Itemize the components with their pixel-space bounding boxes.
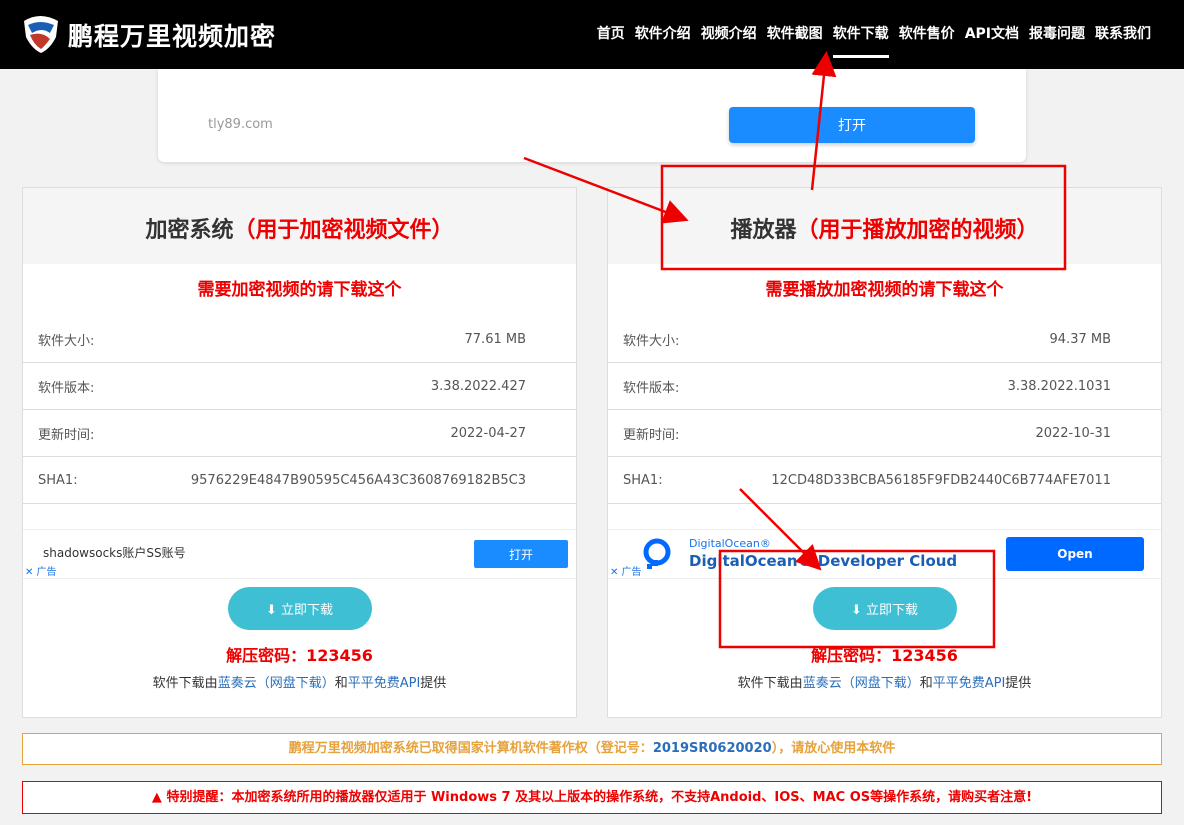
card-subtitle: 需要播放加密视频的请下载这个 (765, 280, 1004, 300)
card-title-main: 播放器 (730, 218, 797, 243)
row-label: 软件版本: (38, 380, 95, 396)
ad-close-icon[interactable]: ✕ 广告 (25, 563, 57, 578)
unzip-password: 解压密码：123456 (811, 646, 958, 665)
row-value: 9576229E4847B90595C456A43C3608769182B5C3 (190, 472, 526, 488)
provider-and: 和 (919, 676, 933, 691)
row-value: 3.38.2022.1031 (1007, 378, 1111, 394)
info-row-size: 软件大小: 77.61 MB (23, 316, 576, 363)
encrypt-system-card: 加密系统（用于加密视频文件） 需要加密视频的请下载这个 软件大小: 77.61 M… (22, 187, 577, 718)
inline-ad: shadowsocks账户SS账号 打开 ✕ 广告 (23, 529, 576, 579)
copyright-suffix: ），请放心使用本软件 (771, 741, 896, 756)
copyright-notice: 鹏程万里视频加密系统已取得国家计算机软件著作权（登记号：2019SR062002… (22, 733, 1162, 765)
card-title-main: 加密系统 (145, 218, 234, 243)
row-label: SHA1: (623, 472, 663, 488)
info-row-sha1: SHA1: 12CD48D33BCBA56185F9FDB2440C6B774AF… (608, 457, 1161, 504)
ad-open-button[interactable]: 打开 (729, 107, 975, 143)
provider-prefix: 软件下载由 (737, 676, 803, 691)
pingping-api-link[interactable]: 平平免费API (933, 676, 1006, 691)
provider-and: 和 (334, 676, 348, 691)
provider-suffix: 提供 (420, 676, 447, 691)
provider-suffix: 提供 (1005, 676, 1032, 691)
row-label: 更新时间: (38, 427, 95, 443)
info-row-updated: 更新时间: 2022-10-31 (608, 410, 1161, 457)
download-label: 立即下载 (866, 603, 919, 618)
digitalocean-logo-icon[interactable] (638, 538, 676, 570)
nav-virus-report[interactable]: 报毒问题 (1024, 0, 1090, 69)
nav-api-docs[interactable]: API文档 (960, 0, 1024, 69)
row-value: 3.38.2022.427 (430, 378, 526, 394)
copyright-reg-number: 2019SR0620020 (652, 741, 772, 756)
nav-contact[interactable]: 联系我们 (1090, 0, 1156, 69)
nav-pricing[interactable]: 软件售价 (894, 0, 960, 69)
player-card: 播放器（用于播放加密的视频） 需要播放加密视频的请下载这个 软件大小: 94.37… (607, 187, 1162, 718)
download-provider: 软件下载由蓝奏云（网盘下载）和平平免费API提供 (608, 672, 1161, 691)
row-value: 2022-04-27 (450, 425, 526, 441)
row-value: 77.61 MB (464, 331, 526, 347)
ad-headline[interactable]: DigitalOcean® Developer Cloud (689, 552, 957, 570)
copyright-prefix: 鹏程万里视频加密系统已取得国家计算机软件著作权（登记号： (288, 741, 653, 756)
unzip-password: 解压密码：123456 (226, 646, 373, 665)
info-row-sha1: SHA1: 9576229E4847B90595C456A43C360876918… (23, 457, 576, 504)
nav-screenshots[interactable]: 软件截图 (762, 0, 828, 69)
card-title-note: （用于加密视频文件） (233, 218, 454, 243)
ad-text[interactable]: shadowsocks账户SS账号 (43, 544, 186, 561)
os-warning-notice: ▲ 特别提醒：本加密系统所用的播放器仅适用于 Windows 7 及其以上版本的… (22, 781, 1162, 814)
site-header: 鹏程万里视频加密 首页 软件介绍 视频介绍 软件截图 软件下载 软件售价 API… (0, 0, 1184, 69)
brand-name[interactable]: 鹏程万里视频加密 (68, 17, 276, 53)
info-row-version: 软件版本: 3.38.2022.1031 (608, 363, 1161, 410)
nav-download[interactable]: 软件下载 (828, 0, 894, 69)
download-button[interactable]: ⬇ 立即下载 (227, 587, 372, 630)
lanzou-link[interactable]: 蓝奏云（网盘下载） (218, 676, 335, 691)
card-title: 播放器（用于播放加密的视频） (608, 188, 1161, 264)
ad-domain[interactable]: tly89.com (208, 117, 273, 132)
info-row-version: 软件版本: 3.38.2022.427 (23, 363, 576, 410)
inline-ad: DigitalOcean® DigitalOcean® Developer Cl… (608, 529, 1161, 579)
nav-software-intro[interactable]: 软件介绍 (630, 0, 696, 69)
ad-open-button[interactable]: 打开 (474, 540, 568, 568)
nav-video-intro[interactable]: 视频介绍 (696, 0, 762, 69)
row-label: 更新时间: (623, 427, 680, 443)
pingping-api-link[interactable]: 平平免费API (348, 676, 421, 691)
ad-close-icon[interactable]: ✕ 广告 (610, 563, 642, 578)
download-icon: ⬇ (850, 603, 866, 618)
eagle-logo-icon (24, 16, 58, 53)
download-icon: ⬇ (265, 603, 281, 618)
ad-brand-small[interactable]: DigitalOcean® (689, 537, 771, 550)
row-value: 2022-10-31 (1035, 425, 1111, 441)
row-label: 软件大小: (623, 333, 680, 349)
card-title-note: （用于播放加密的视频） (796, 218, 1039, 243)
info-row-updated: 更新时间: 2022-04-27 (23, 410, 576, 457)
nav-home[interactable]: 首页 (592, 0, 630, 69)
top-ad-banner: tly89.com 打开 (158, 69, 1026, 162)
row-value: 94.37 MB (1049, 331, 1111, 347)
info-row-size: 软件大小: 94.37 MB (608, 316, 1161, 363)
card-subtitle: 需要加密视频的请下载这个 (197, 280, 402, 300)
main-nav: 首页 软件介绍 视频介绍 软件截图 软件下载 软件售价 API文档 报毒问题 联… (592, 0, 1156, 69)
download-button[interactable]: ⬇ 立即下载 (812, 587, 957, 630)
provider-prefix: 软件下载由 (152, 676, 218, 691)
download-provider: 软件下载由蓝奏云（网盘下载）和平平免费API提供 (23, 672, 576, 691)
card-title: 加密系统（用于加密视频文件） (23, 188, 576, 264)
lanzou-link[interactable]: 蓝奏云（网盘下载） (803, 676, 920, 691)
row-label: SHA1: (38, 472, 78, 488)
row-value: 12CD48D33BCBA56185F9FDB2440C6B774AFE7011 (771, 472, 1111, 488)
row-label: 软件大小: (38, 333, 95, 349)
download-label: 立即下载 (281, 603, 334, 618)
row-label: 软件版本: (623, 380, 680, 396)
ad-open-button[interactable]: Open (1006, 537, 1144, 571)
